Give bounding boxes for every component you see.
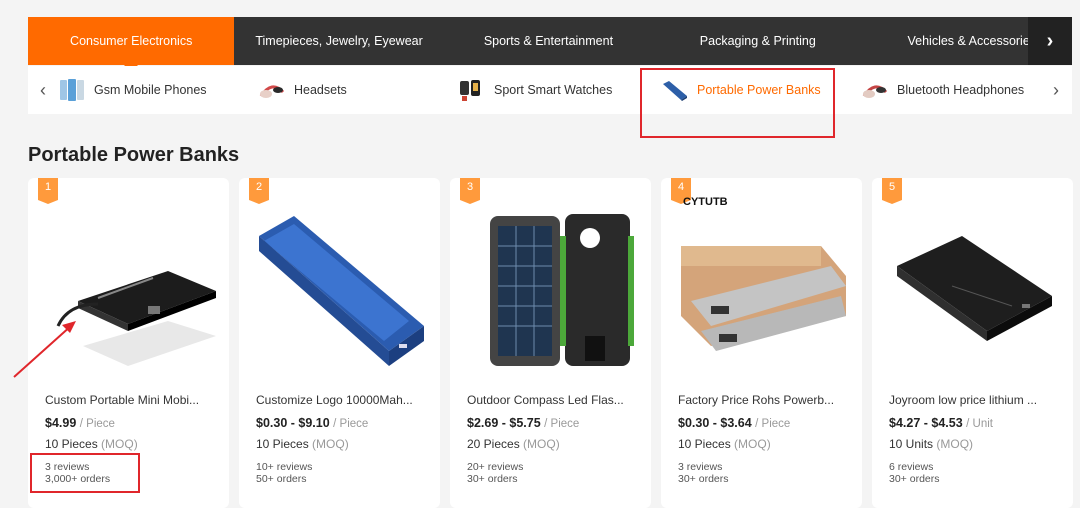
- price-value: $0.30 - $3.64: [678, 416, 752, 430]
- chevron-right-icon: ›: [1053, 79, 1059, 100]
- watch-icon: [460, 80, 480, 101]
- product-card-5[interactable]: 5 Joyroom low price lithium ... $4.27 - …: [872, 178, 1073, 508]
- subcategory-prev-button[interactable]: ‹: [28, 80, 58, 101]
- category-label: Consumer Electronics: [70, 34, 193, 48]
- product-moq: 20 Pieces (MOQ): [467, 437, 560, 451]
- product-list: 1 Custom Portable Mini Mobi... $4.99 / P…: [28, 178, 1073, 508]
- order-count: 30+ orders: [889, 473, 940, 485]
- moq-label: (MOQ): [101, 437, 138, 451]
- order-count: 30+ orders: [467, 473, 518, 485]
- product-price: $0.30 - $9.10 / Piece: [256, 416, 368, 430]
- moq-quantity: 10 Units: [889, 437, 934, 451]
- product-image: [681, 246, 846, 351]
- product-image: [259, 216, 424, 366]
- review-count: 20+ reviews: [467, 461, 524, 473]
- product-moq: 10 Pieces (MOQ): [678, 437, 771, 451]
- category-label: Sports & Entertainment: [483, 34, 614, 48]
- price-unit: / Piece: [79, 418, 115, 430]
- product-stats: 6 reviews 30+ orders: [889, 461, 940, 485]
- product-image: [490, 214, 634, 366]
- price-value: $2.69 - $5.75: [467, 416, 541, 430]
- product-moq: 10 Pieces (MOQ): [256, 437, 349, 451]
- moq-label: (MOQ): [312, 437, 349, 451]
- headphones-icon: [862, 85, 888, 98]
- subcategory-headsets[interactable]: Headsets: [258, 66, 458, 114]
- moq-label: (MOQ): [734, 437, 771, 451]
- subcategory-next-button[interactable]: ›: [1041, 80, 1071, 101]
- review-count: 10+ reviews: [256, 461, 313, 473]
- category-label: Timepieces, Jewelry, Eyewear: [255, 34, 423, 48]
- order-count: 50+ orders: [256, 473, 307, 485]
- review-count: 6 reviews: [889, 461, 934, 473]
- category-label: Vehicles & Accessories: [907, 34, 1037, 48]
- product-image: [897, 236, 1052, 341]
- price-value: $0.30 - $9.10: [256, 416, 330, 430]
- subcategory-bar: ‹ Gsm Mobile Phones Headsets Sport Smart…: [28, 66, 1072, 114]
- moq-quantity: 10 Pieces: [45, 437, 98, 451]
- product-card-3[interactable]: 3 Outdoor Compass Led Flas... $2.69 - $5…: [450, 178, 651, 508]
- subcategory-label: Sport Smart Watches: [494, 83, 613, 97]
- rank-badge: 5: [882, 178, 902, 204]
- product-stats: 3 reviews 30+ orders: [678, 461, 729, 485]
- chevron-left-icon: ‹: [40, 79, 46, 100]
- section-title: Portable Power Banks: [28, 144, 240, 166]
- price-value: $4.99: [45, 416, 77, 430]
- product-title: Factory Price Rohs Powerb...: [678, 393, 835, 407]
- product-title: Outdoor Compass Led Flas...: [467, 393, 624, 407]
- product-price: $0.30 - $3.64 / Piece: [678, 416, 790, 430]
- moq-quantity: 20 Pieces: [467, 437, 520, 451]
- annotation-arrow-icon: [13, 321, 76, 378]
- product-title: Custom Portable Mini Mobi...: [45, 393, 200, 407]
- price-unit: / Unit: [966, 418, 993, 430]
- category-bar: Consumer Electronics Timepieces, Jewelry…: [28, 17, 1072, 65]
- price-value: $4.27 - $4.53: [889, 416, 963, 430]
- subcategory-sport-smart-watches[interactable]: Sport Smart Watches: [458, 66, 661, 114]
- rank-badge: 1: [38, 178, 58, 204]
- category-tab-sports[interactable]: Sports & Entertainment: [444, 17, 653, 65]
- product-title: Joyroom low price lithium ...: [889, 393, 1038, 407]
- rank-badge: 2: [249, 178, 269, 204]
- moq-label: (MOQ): [936, 437, 974, 451]
- product-moq: 10 Units (MOQ): [889, 437, 973, 451]
- product-price: $2.69 - $5.75 / Piece: [467, 416, 579, 430]
- price-unit: / Piece: [544, 418, 580, 430]
- product-stats: 20+ reviews 30+ orders: [467, 461, 523, 485]
- review-count: 3 reviews: [678, 461, 723, 473]
- moq-label: (MOQ): [523, 437, 560, 451]
- product-moq: 10 Pieces (MOQ): [45, 437, 138, 451]
- headset-icon: [259, 85, 285, 98]
- moq-quantity: 10 Pieces: [256, 437, 309, 451]
- category-tab-timepieces[interactable]: Timepieces, Jewelry, Eyewear: [234, 17, 443, 65]
- product-stats: 10+ reviews 50+ orders: [256, 461, 312, 485]
- product-card-2[interactable]: 2 Customize Logo 10000Mah... $0.30 - $9.…: [239, 178, 440, 508]
- subcategory-label: Headsets: [294, 83, 347, 97]
- product-title: Customize Logo 10000Mah...: [256, 393, 413, 407]
- annotation-highlight-box: [640, 68, 835, 138]
- moq-quantity: 10 Pieces: [678, 437, 731, 451]
- subcategory-label: Gsm Mobile Phones: [94, 83, 207, 97]
- product-card-4[interactable]: 4 CYTUTB Factory Price Rohs Powerb... $0…: [661, 178, 862, 508]
- phone-icon: [60, 79, 84, 101]
- price-unit: / Piece: [755, 418, 791, 430]
- order-count: 30+ orders: [678, 473, 729, 485]
- price-unit: / Piece: [333, 418, 369, 430]
- subcategory-gsm-mobile-phones[interactable]: Gsm Mobile Phones: [58, 66, 258, 114]
- chevron-right-icon: ›: [1046, 29, 1054, 52]
- category-tab-packaging[interactable]: Packaging & Printing: [653, 17, 862, 65]
- category-tab-consumer-electronics[interactable]: Consumer Electronics: [28, 17, 235, 65]
- subcategory-bluetooth-headphones[interactable]: Bluetooth Headphones: [861, 66, 1041, 114]
- category-label: Packaging & Printing: [699, 34, 816, 48]
- product-price: $4.27 - $4.53 / Unit: [889, 416, 993, 430]
- annotation-reviews-box: [30, 453, 140, 493]
- rank-badge: 3: [460, 178, 480, 204]
- product-price: $4.99 / Piece: [45, 416, 115, 430]
- subcategory-label: Bluetooth Headphones: [897, 83, 1025, 97]
- category-next-button[interactable]: ›: [1028, 17, 1072, 65]
